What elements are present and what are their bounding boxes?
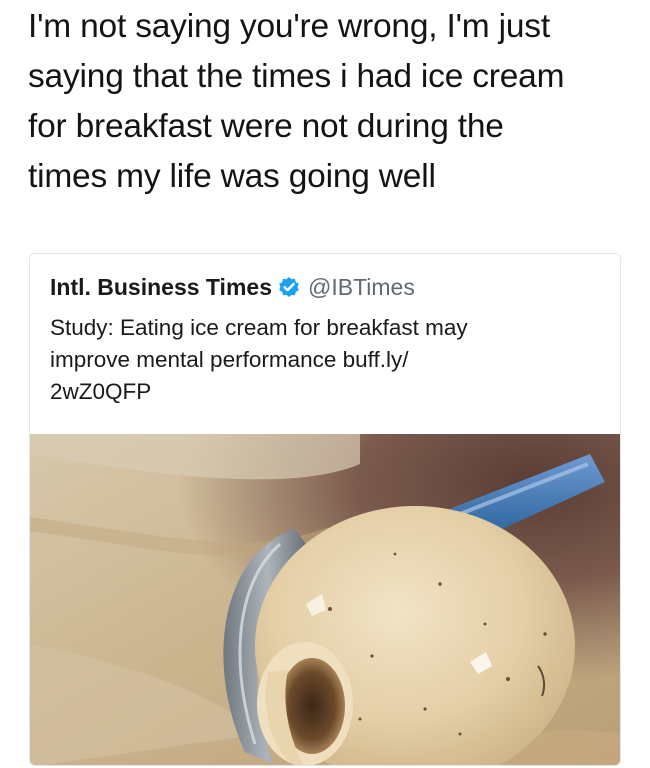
embedded-tweet-card[interactable]: Intl. Business Times @IBTimes Study: Eat… bbox=[29, 253, 621, 766]
tweet-author-name[interactable]: Intl. Business Times bbox=[50, 274, 272, 301]
verified-badge-icon bbox=[278, 276, 300, 298]
tweet-author-handle[interactable]: @IBTimes bbox=[308, 274, 415, 301]
tweet-photo-ice-cream-scoop[interactable] bbox=[30, 434, 620, 765]
meme-caption-text: I'm not saying you're wrong, I'm just sa… bbox=[28, 8, 565, 195]
tweet-header: Intl. Business Times @IBTimes bbox=[50, 270, 415, 304]
tweet-body-text: Study: Eating ice cream for breakfast ma… bbox=[50, 315, 468, 404]
